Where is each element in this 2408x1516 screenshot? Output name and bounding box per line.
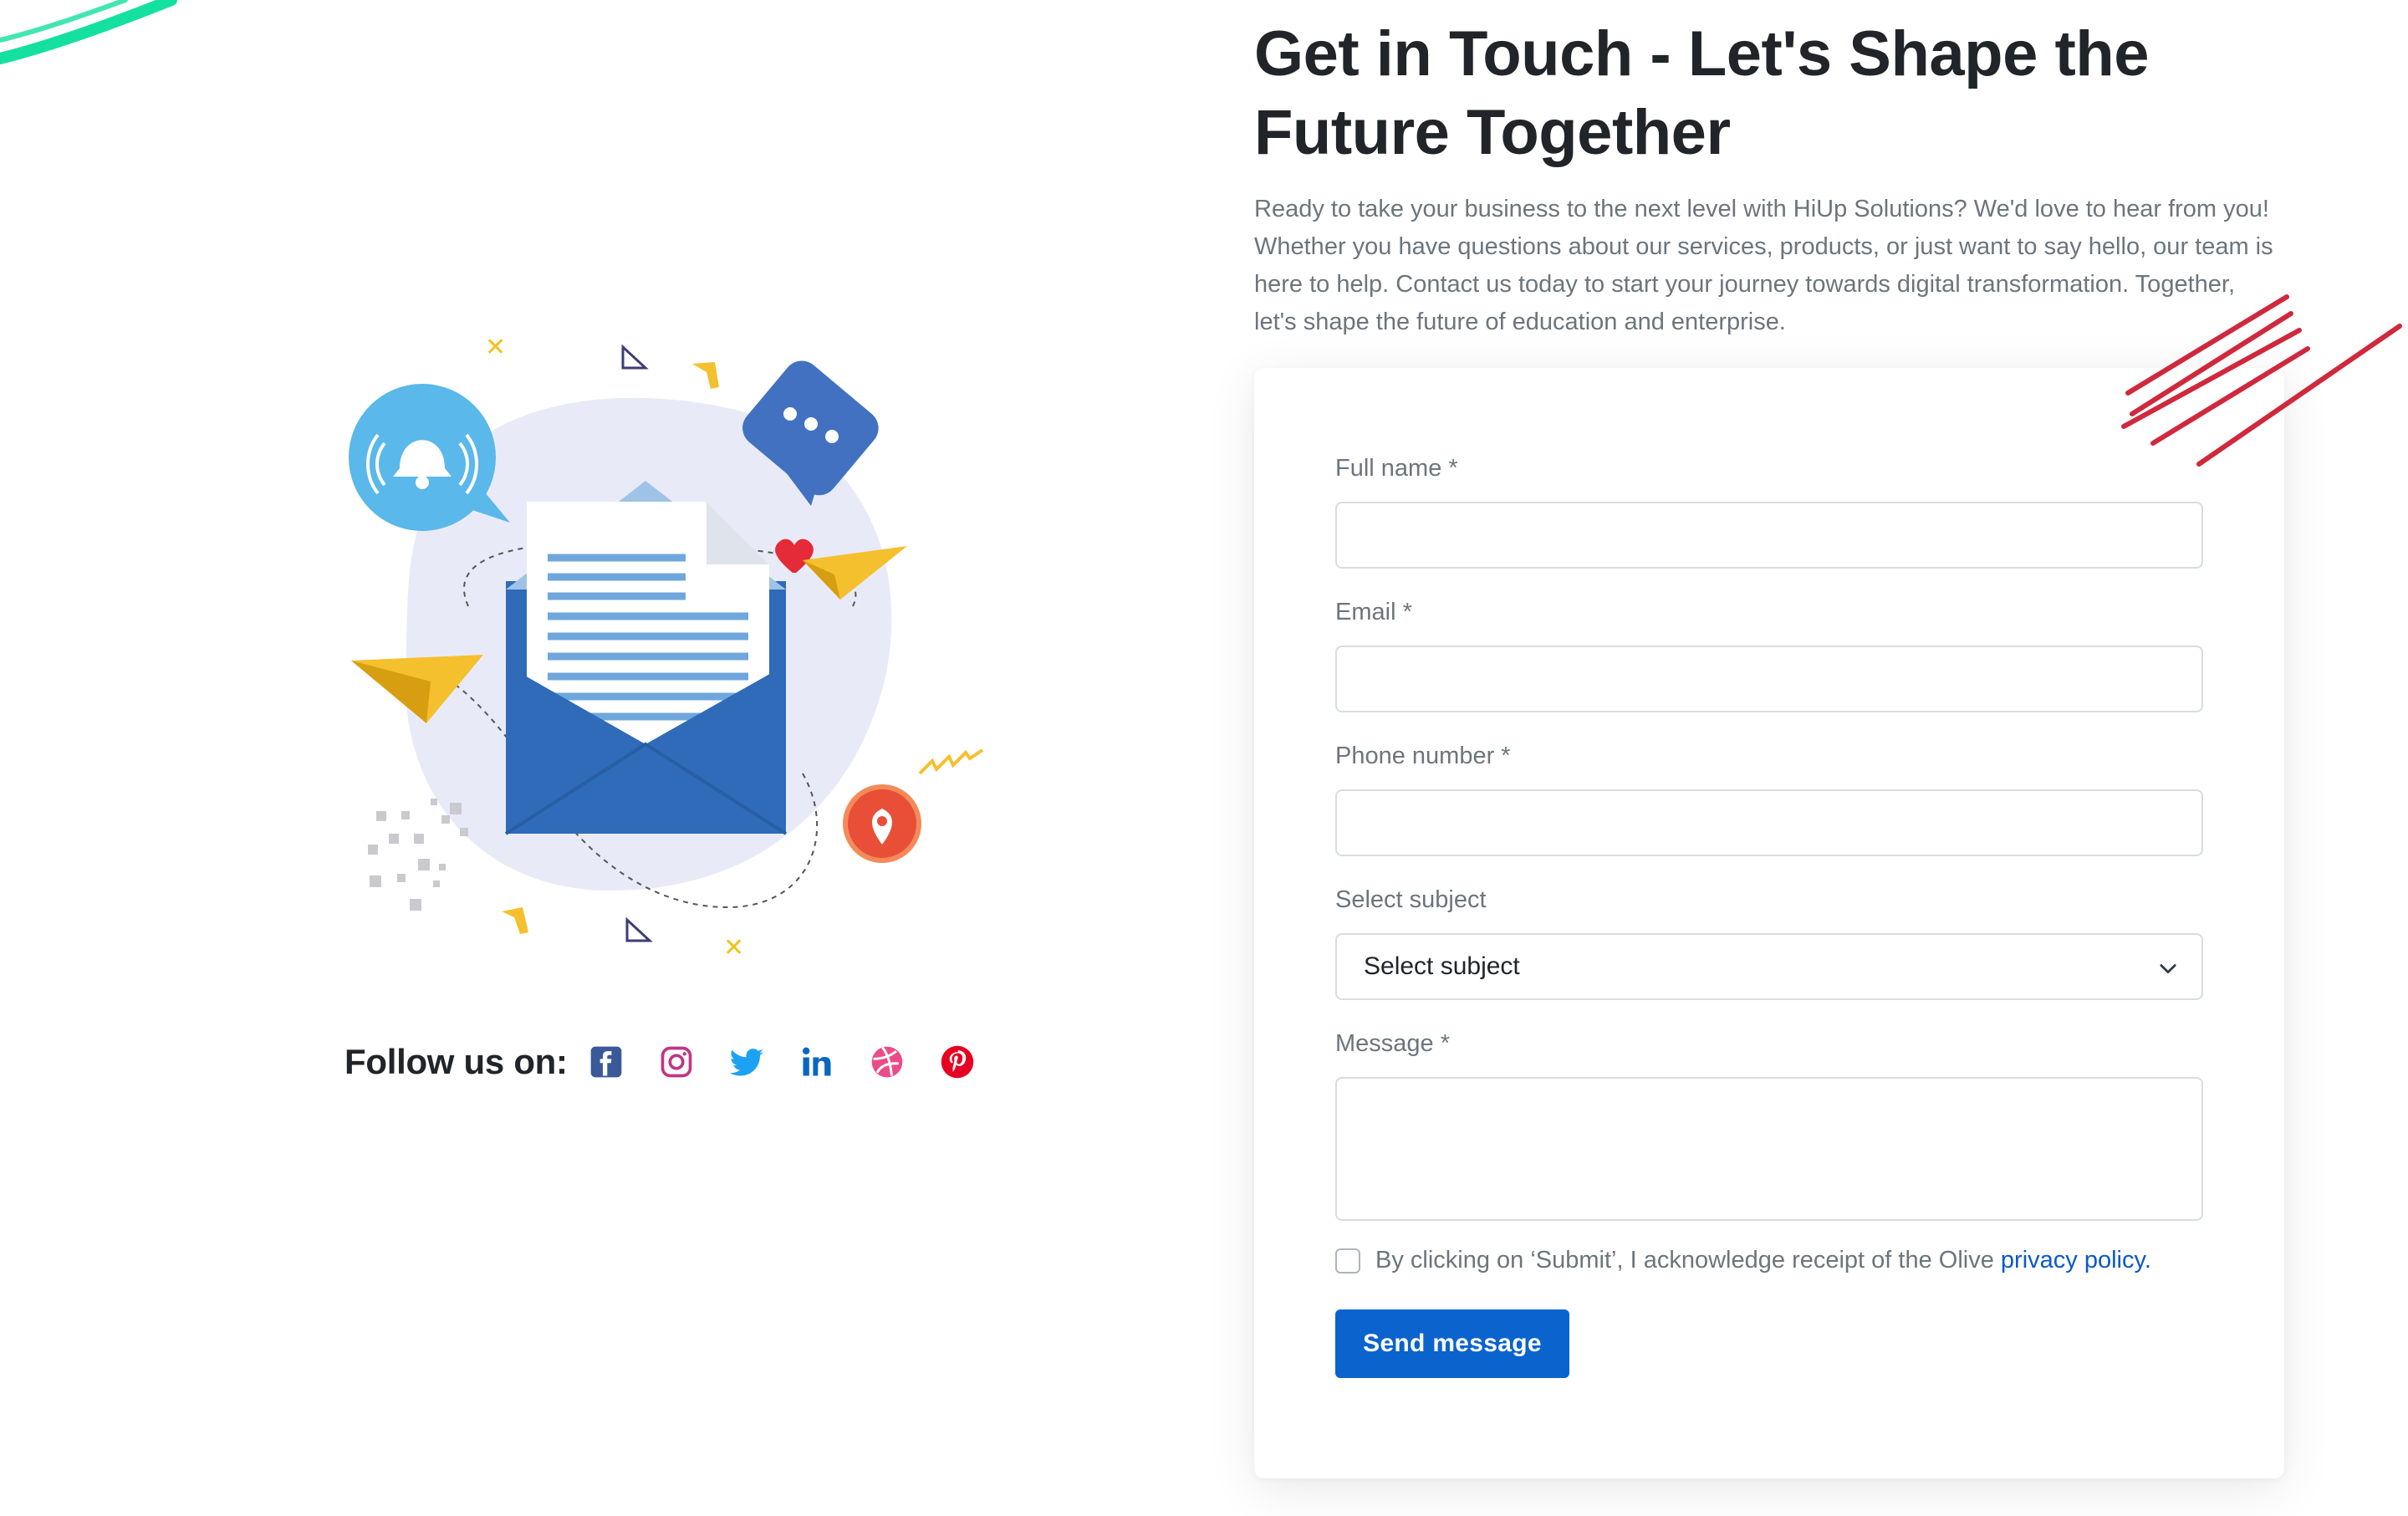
title-line-1: Get in Touch - Let's Shape the xyxy=(1254,18,2149,89)
decorative-scribble xyxy=(2121,294,2402,467)
page-title: Get in Touch - Let's Shape the Future To… xyxy=(1254,15,2308,172)
instagram-icon[interactable] xyxy=(656,1042,696,1082)
contact-form-card: Full name * Email * Phone number * Selec… xyxy=(1254,368,2284,1478)
consent-suffix: . xyxy=(2144,1247,2151,1274)
phone-input[interactable] xyxy=(1335,789,2203,856)
email-field-group: Email * xyxy=(1335,595,2203,712)
subject-field-group: Select subject Select subject xyxy=(1335,883,2203,1000)
send-message-button[interactable]: Send message xyxy=(1335,1309,1569,1378)
linkedin-icon[interactable] xyxy=(797,1042,837,1082)
phone-field-group: Phone number * xyxy=(1335,739,2203,856)
subject-selected-value: Select subject xyxy=(1364,952,1520,980)
contact-page: ✕ ✕ Follow us on: Get in Touch - Let's S… xyxy=(0,0,2408,1516)
full-name-input[interactable] xyxy=(1335,502,2203,569)
follow-label: Follow us on: xyxy=(344,1042,568,1081)
email-input[interactable] xyxy=(1335,646,2203,712)
social-follow-bar: Follow us on: xyxy=(344,1037,1008,1087)
message-label: Message * xyxy=(1335,1030,1451,1057)
full-name-label: Full name * xyxy=(1335,455,1458,482)
message-field-group: Message * xyxy=(1335,1027,2203,1225)
full-name-field-group: Full name * xyxy=(1335,452,2203,569)
consent-checkbox[interactable] xyxy=(1335,1248,1360,1274)
consent-statement: By clicking on ‘Submit’, I acknowledge r… xyxy=(1375,1247,2001,1274)
svg-text:✕: ✕ xyxy=(723,933,744,962)
subject-label: Select subject xyxy=(1335,886,1487,913)
email-label: Email * xyxy=(1335,599,1412,625)
chevron-down-icon xyxy=(2160,964,2176,974)
contact-illustration: ✕ ✕ xyxy=(349,333,984,962)
consent-row: By clicking on ‘Submit’, I acknowledge r… xyxy=(1335,1247,2203,1274)
twitter-icon[interactable] xyxy=(727,1042,767,1082)
facebook-icon[interactable] xyxy=(586,1042,626,1082)
svg-text:✕: ✕ xyxy=(485,333,506,362)
title-line-2: Future Together xyxy=(1254,97,1731,168)
subject-select[interactable]: Select subject xyxy=(1335,933,2203,1000)
message-textarea[interactable] xyxy=(1335,1077,2203,1221)
pinterest-icon[interactable] xyxy=(937,1042,977,1082)
dribbble-icon[interactable] xyxy=(867,1042,907,1082)
decorative-swoosh xyxy=(0,0,177,64)
privacy-policy-link[interactable]: privacy policy xyxy=(2001,1247,2145,1274)
phone-label: Phone number * xyxy=(1335,743,1511,769)
consent-text: By clicking on ‘Submit’, I acknowledge r… xyxy=(1375,1247,2151,1274)
contact-form: Full name * Email * Phone number * Selec… xyxy=(1335,452,2203,1378)
